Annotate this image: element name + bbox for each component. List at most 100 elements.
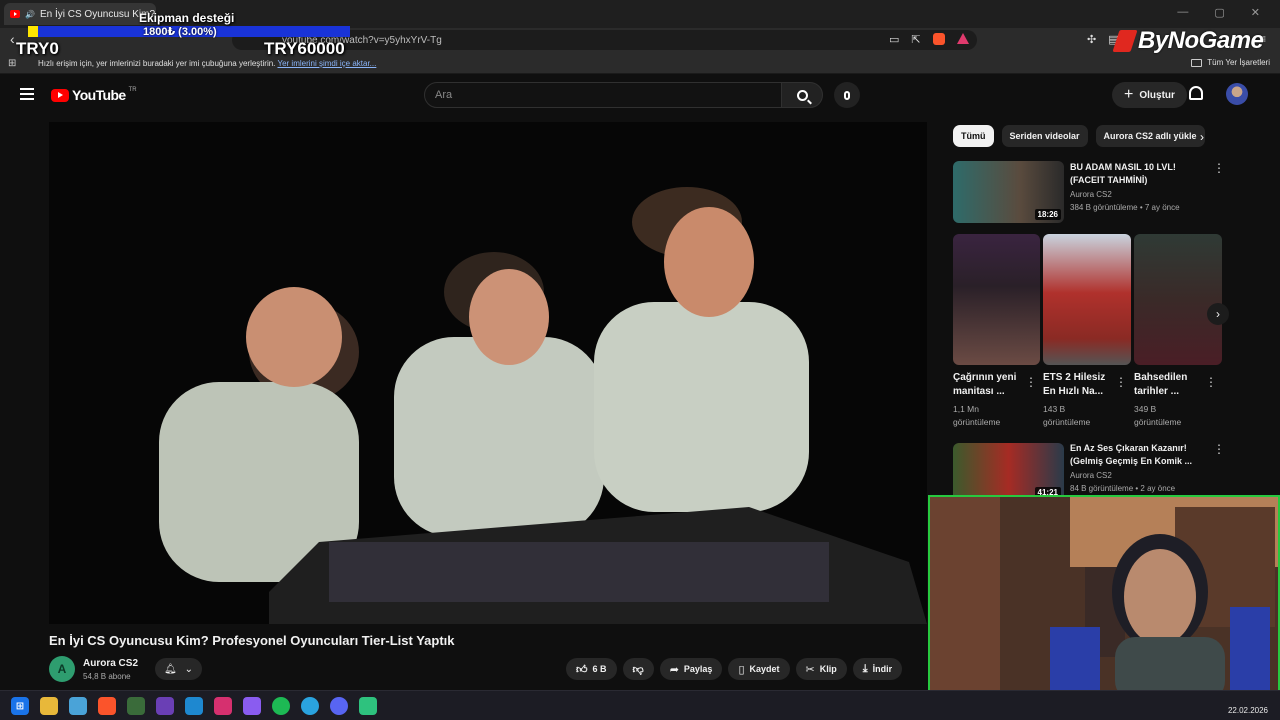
create-button[interactable]: + Oluştur [1112,82,1187,108]
save-label: Kaydet [749,664,780,674]
short-thumbnail[interactable] [1043,234,1131,365]
all-bookmarks-button[interactable]: Tüm Yer İşaretleri [1191,58,1270,67]
address-bar-icons: ▭ ⇱ [889,33,969,46]
notifications-bell-icon[interactable] [1189,86,1203,100]
save-button[interactable]: ▯ Kaydet [728,658,790,680]
search-button[interactable] [781,82,823,108]
share-button[interactable]: ➦ Paylaş [659,658,723,680]
video-actions: 👍︎ 6 B 👎︎ ➦ Paylaş ▯ Kaydet ✂ Klip ⤓ İnd… [566,658,903,680]
short-title[interactable]: Bahsedilen tarihler ... [1134,371,1187,399]
paint-icon[interactable] [127,697,145,715]
close-window-button[interactable]: ✕ [1251,6,1260,19]
account-avatar[interactable] [1226,83,1248,105]
like-count: 6 B [592,664,607,674]
recommendation-channel: Aurora CS2 [1070,471,1112,480]
subscriber-count: 54,8 B abone [83,672,131,681]
youtube-logo[interactable]: YouTube TR [51,87,137,103]
pen-app-icon[interactable] [243,697,261,715]
thumbs-down-icon: 👎︎ [632,663,644,676]
bell-icon: 🔔︎ [163,663,177,675]
download-button[interactable]: ⤓ İndir [852,658,903,680]
short-title[interactable]: Çağrının yeni manitası ... [953,371,1016,399]
browser-tab[interactable]: 🔊 En İyi CS Oyuncusu Kim? Profe ✕ [4,3,156,25]
chevron-right-icon: › [1216,307,1220,321]
youtube-masthead: YouTube TR Ara + Oluştur [0,75,1280,115]
voice-search-button[interactable] [834,82,860,108]
clip-button[interactable]: ✂ Klip [795,658,847,680]
recommendation-meta: Aurora CS2 384 B görüntüleme • 7 ay önce [1070,188,1180,214]
more-options-icon[interactable]: ⋮ [1025,376,1037,388]
like-button[interactable]: 👍︎ 6 B [566,658,617,680]
chip-channel-uploads[interactable]: Aurora CS2 adlı yükle [1095,125,1205,147]
goal-start-label: TRY0 [16,39,59,58]
recommendation-thumbnail[interactable]: 41:21 [953,443,1064,501]
recommendation-title[interactable]: En Az Ses Çıkaran Kazanır! (Gelmiş Geçmi… [1070,442,1192,468]
channel-name[interactable]: Aurora CS2 [83,658,138,669]
recommendation-title-line: BU ADAM NASIL 10 LVL! [1070,162,1176,172]
visual-studio-icon[interactable] [156,697,174,715]
install-app-icon[interactable]: ▭ [889,33,899,46]
hamburger-menu-icon[interactable] [20,88,34,103]
import-bookmarks-link[interactable]: Yer imlerini şimdi içe aktar... [277,59,376,68]
discord-icon[interactable] [330,697,348,715]
short-thumbnail[interactable] [1134,234,1222,365]
telegram-icon[interactable] [301,697,319,715]
short-title[interactable]: ETS 2 Hilesiz En Hızlı Na... [1043,371,1105,399]
bookmarks-bar: ⊞ Hızlı erişim için, yer imlerinizi bura… [0,52,1280,74]
donation-goal-title: Ekipman desteği [139,11,235,25]
recommendation-filter-chips: Tümü Seriden videolar Aurora CS2 adlı yü… [953,125,1205,147]
recommendation-stats: 84 B görüntüleme • 2 ay önce [1070,484,1176,493]
more-options-icon[interactable]: ⋮ [1213,443,1225,455]
share-arrow-icon: ➦ [669,663,679,676]
short-thumbnail[interactable] [953,234,1040,365]
search-input[interactable]: Ara [424,82,782,108]
brave-browser-icon[interactable] [98,697,116,715]
short-title-line: manitası ... [953,386,1005,397]
more-options-icon[interactable]: ⋮ [1115,376,1127,388]
goal-end-label: TRY60000 [264,39,345,58]
brave-rewards-icon[interactable] [956,33,969,44]
short-views-line: görüntüleme [953,417,1001,427]
channel-avatar[interactable]: A [49,656,75,682]
obs-icon[interactable] [359,697,377,715]
dislike-button[interactable]: 👎︎ [622,658,654,680]
subscription-bell-button[interactable]: 🔔︎ ⌄ [155,658,202,680]
file-explorer-icon[interactable] [40,697,58,715]
extensions-puzzle-icon[interactable]: ✣ [1087,33,1096,46]
short-views-line: 349 B [1134,404,1157,414]
short-views-line: 143 B [1043,404,1066,414]
shorts-next-button[interactable]: › [1207,303,1229,325]
back-arrow-icon[interactable]: ‹ [10,31,15,47]
taskbar-icons: ⊞ [11,697,377,715]
chip-all[interactable]: Tümü [953,125,994,147]
chip-series[interactable]: Seriden videolar [1001,125,1088,147]
video-player[interactable] [49,122,927,624]
chevron-right-icon[interactable]: › [1200,130,1204,144]
short-views: 349 B görüntüleme [1134,403,1181,429]
vscode-icon[interactable] [185,697,203,715]
donation-progress-fill [28,26,38,37]
create-label: Oluştur [1139,89,1175,101]
bookmarks-hint: Hızlı erişim için, yer imlerinizi burada… [38,59,376,68]
more-options-icon[interactable]: ⋮ [1213,162,1225,174]
maximize-button[interactable]: ▢ [1214,6,1224,19]
minimize-button[interactable]: — [1177,6,1188,19]
youtube-play-icon [51,88,69,102]
apps-grid-icon[interactable]: ⊞ [8,58,16,69]
youtube-logo-text: YouTube [72,87,126,103]
photos-icon[interactable] [69,697,87,715]
instagram-icon[interactable] [214,697,232,715]
windows-start-icon[interactable]: ⊞ [11,697,29,715]
video-frame [49,122,927,624]
recommendation-title[interactable]: BU ADAM NASIL 10 LVL! (FACEIT TAHMİNİ) [1070,161,1176,187]
spotify-icon[interactable] [272,697,290,715]
recommendation-thumbnail[interactable]: 18:26 [953,161,1064,223]
short-title-line: tarihler ... [1134,386,1180,397]
scissors-icon: ✂ [805,663,815,676]
short-title-line: ETS 2 Hilesiz [1043,372,1106,383]
window-controls: — ▢ ✕ [1177,6,1260,19]
share-icon[interactable]: ⇱ [911,33,920,46]
more-options-icon[interactable]: ⋮ [1205,376,1217,388]
brave-shields-icon[interactable] [932,33,945,45]
short-title-line: Bahsedilen [1134,372,1188,383]
